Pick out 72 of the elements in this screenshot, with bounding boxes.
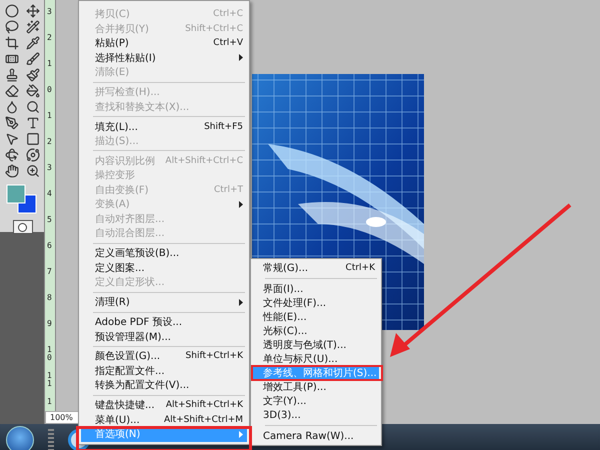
search-icon[interactable]: [26, 100, 40, 114]
paintbrush-icon[interactable]: [26, 68, 40, 82]
magic-wand-icon[interactable]: [26, 20, 40, 34]
color-swatches-icon[interactable]: [4, 184, 36, 214]
ruler-number: 1: [46, 398, 52, 408]
ruler-number: 5: [46, 216, 52, 226]
pen-icon[interactable]: [5, 116, 19, 130]
menu-item[interactable]: 3D(3)...: [253, 408, 379, 422]
menu-item[interactable]: 指定配置文件...: [81, 364, 247, 378]
menu-item[interactable]: 增效工具(P)...: [253, 380, 379, 394]
quick-mask-icon[interactable]: [12, 220, 32, 234]
menu-item[interactable]: Camera Raw(W)...: [253, 429, 379, 443]
menu-item[interactable]: 文字(Y)...: [253, 394, 379, 408]
bandage-icon[interactable]: [5, 52, 19, 66]
rotate-3d-icon[interactable]: [5, 148, 19, 162]
hand-icon[interactable]: [5, 164, 19, 178]
menu-item[interactable]: Adobe PDF 预设...: [81, 314, 247, 330]
pointer-icon[interactable]: [5, 132, 19, 146]
ruler-number: 2: [46, 138, 52, 148]
menu-item[interactable]: 界面(I)...: [253, 282, 379, 296]
submenu-arrow-icon: [239, 430, 243, 438]
menu-item[interactable]: 常规(G)... Ctrl+K: [253, 261, 379, 275]
ruler-number: 1: [46, 60, 52, 70]
menu-item[interactable]: 透明度与色域(T)...: [253, 338, 379, 352]
zoom-icon[interactable]: [26, 164, 40, 178]
submenu-arrow-icon: [239, 54, 243, 62]
ruler-number: 11: [46, 372, 52, 390]
menu-item[interactable]: 清理(R): [81, 294, 247, 310]
crop-icon[interactable]: [5, 36, 19, 50]
menu-item[interactable]: 粘贴(P) Ctrl+V: [81, 36, 247, 50]
ruler-number: 9: [46, 320, 52, 330]
start-button[interactable]: [6, 426, 34, 450]
ruler-number: 2: [46, 34, 52, 44]
menu-item[interactable]: 光标(C)...: [253, 324, 379, 338]
paint-bucket-icon[interactable]: [26, 84, 40, 98]
eraser-icon[interactable]: [5, 84, 19, 98]
menu-item[interactable]: 菜单(U)... Alt+Shift+Ctrl+M: [81, 412, 247, 427]
menu-item[interactable]: 单位与标尺(U)...: [253, 352, 379, 366]
ruler-number: 10: [46, 346, 52, 364]
ruler-number: 0: [46, 86, 52, 96]
rectangle-icon[interactable]: [26, 132, 40, 146]
ruler-number: 6: [46, 242, 52, 252]
menu-item[interactable]: 定义画笔预设(B)...: [81, 246, 247, 260]
lasso-icon[interactable]: [5, 20, 19, 34]
move-icon[interactable]: [26, 4, 40, 18]
submenu-arrow-icon: [239, 298, 243, 306]
elliptical-marquee-icon[interactable]: [5, 4, 19, 18]
ruler-number: 7: [46, 268, 52, 278]
ruler-number: 8: [46, 294, 52, 304]
menu-item[interactable]: 键盘快捷键... Alt+Shift+Ctrl+K: [81, 398, 247, 412]
droplet-icon[interactable]: [5, 100, 19, 114]
zoom-level[interactable]: 100%: [45, 411, 79, 424]
ruler-number: 4: [46, 190, 52, 200]
ruler-number: 3: [46, 8, 52, 18]
stamp-icon[interactable]: [5, 68, 19, 82]
brush-icon[interactable]: [26, 52, 40, 66]
eyedropper-icon[interactable]: [26, 36, 40, 50]
menu-item[interactable]: 选择性粘贴(I): [81, 50, 247, 65]
arrow-icon: [388, 203, 572, 359]
menu-item[interactable]: 性能(E)...: [253, 310, 379, 324]
menu-item[interactable]: 定义图案...: [81, 260, 247, 275]
submenu-arrow-icon: [239, 200, 243, 208]
orbit-icon[interactable]: [26, 148, 40, 162]
menu-item[interactable]: 颜色设置(G)... Shift+Ctrl+K: [81, 349, 247, 364]
menu-item[interactable]: 文件处理(F)...: [253, 296, 379, 310]
menu-item[interactable]: 转换为配置文件(V)...: [81, 378, 247, 393]
taskbar-grip-icon: [48, 429, 54, 450]
type-icon[interactable]: [26, 116, 40, 130]
ruler-number: 3: [46, 164, 52, 174]
menu-item[interactable]: 预设管理器(M)...: [81, 329, 247, 344]
menu-item[interactable]: 填充(L)... Shift+F5: [81, 119, 247, 134]
ruler-number: 1: [46, 112, 52, 122]
